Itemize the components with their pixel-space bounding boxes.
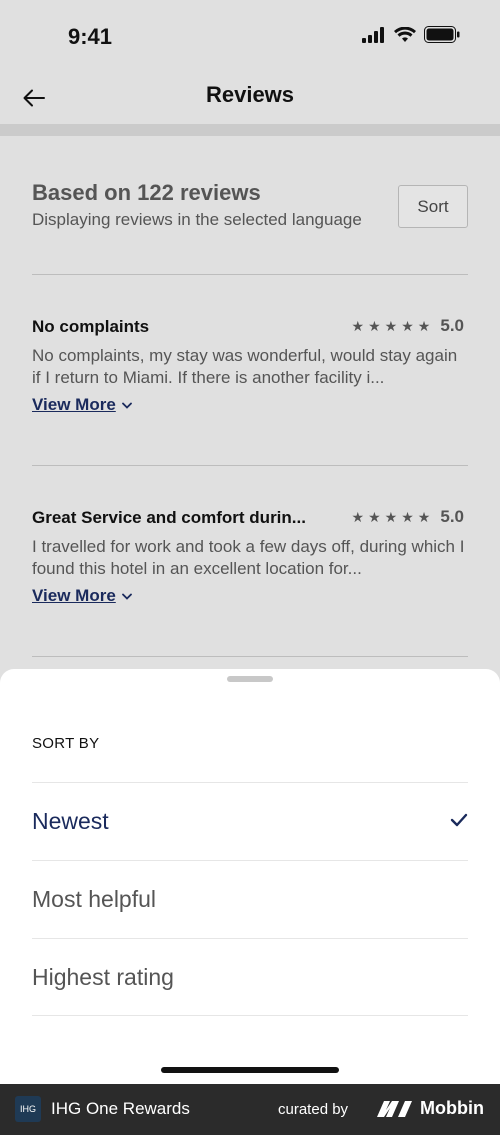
sort-option-newest[interactable]: Newest — [32, 782, 468, 860]
status-time: 9:41 — [68, 24, 113, 49]
sort-option-label: Highest rating — [32, 964, 174, 990]
mobbin-logo-icon — [377, 1101, 412, 1117]
language-note: Displaying reviews in the selected langu… — [32, 210, 362, 229]
page-title: Reviews — [205, 82, 295, 107]
reviews-summary: Based on 122 reviews Displaying reviews … — [32, 136, 468, 275]
battery-icon — [424, 26, 460, 43]
star-icon: ★ — [401, 317, 414, 334]
sheet-drag-handle[interactable] — [227, 676, 273, 682]
chevron-down-icon — [121, 402, 132, 409]
ihg-logo: IHG — [15, 1096, 41, 1122]
nav-divider — [0, 124, 500, 136]
chevron-down-icon — [121, 593, 132, 600]
reviews-count-title: Based on 122 reviews — [32, 180, 261, 205]
brand-name: IHG One Rewards — [51, 1099, 190, 1118]
view-more-label: View More — [32, 395, 116, 414]
star-icon: ★ — [384, 317, 398, 334]
rating-value: 5.0 — [440, 316, 464, 335]
curated-by-label: curated by — [278, 1101, 349, 1118]
star-icon: ★ — [401, 508, 414, 525]
review-card: No complaints ★ ★ ★ ★ ★ 5.0 No complaint… — [32, 275, 468, 466]
star-icon: ★ — [368, 508, 381, 525]
wifi-icon — [394, 26, 416, 42]
signal-icon — [362, 26, 384, 43]
view-more-link[interactable]: View More — [32, 395, 132, 415]
sort-option-most-helpful[interactable]: Most helpful — [32, 860, 468, 938]
sort-by-heading: SORT BY — [32, 735, 100, 752]
sort-bottom-sheet: SORT BY Newest Most helpful Highest rati… — [0, 669, 500, 1084]
review-title: No complaints — [32, 317, 150, 336]
status-bar: 9:41 — [0, 0, 500, 72]
review-card: Great Service and comfort durin... ★ ★ ★… — [32, 466, 468, 657]
sort-option-label: Newest — [32, 808, 109, 834]
view-more-label: View More — [32, 586, 116, 605]
star-icon: ★ — [384, 508, 398, 525]
star-icon: ★ — [417, 317, 431, 334]
sort-option-highest-rating[interactable]: Highest rating — [32, 938, 468, 1016]
nav-bar: Reviews — [0, 72, 500, 124]
view-more-link[interactable]: View More — [32, 586, 132, 606]
star-icon: ★ — [368, 317, 381, 334]
sort-options: Newest Most helpful Highest rating — [32, 782, 468, 1016]
star-rating: ★ ★ ★ ★ ★ — [352, 509, 431, 526]
review-text: I travelled for work and took a few days… — [32, 537, 465, 578]
star-icon: ★ — [351, 317, 365, 334]
status-icons — [362, 26, 460, 43]
review-title: Great Service and comfort durin... — [32, 508, 306, 527]
mobbin-name: Mobbin — [420, 1098, 484, 1118]
star-icon: ★ — [351, 508, 365, 525]
review-text: No complaints, my stay was wonderful, wo… — [32, 346, 458, 387]
sort-option-label: Most helpful — [32, 886, 157, 912]
review-rating: ★ ★ ★ ★ ★ 5.0 — [352, 316, 464, 336]
home-indicator — [161, 1067, 339, 1073]
attribution-footer: IHG IHG One Rewards curated by Mobbin — [0, 1084, 500, 1135]
star-rating: ★ ★ ★ ★ ★ — [352, 318, 431, 335]
reviews-content: Based on 122 reviews Displaying reviews … — [32, 136, 468, 657]
star-icon: ★ — [417, 508, 431, 525]
checkmark-icon — [450, 813, 468, 827]
review-rating: ★ ★ ★ ★ ★ 5.0 — [352, 507, 464, 527]
rating-value: 5.0 — [440, 507, 464, 526]
sort-button[interactable]: Sort — [398, 185, 468, 228]
